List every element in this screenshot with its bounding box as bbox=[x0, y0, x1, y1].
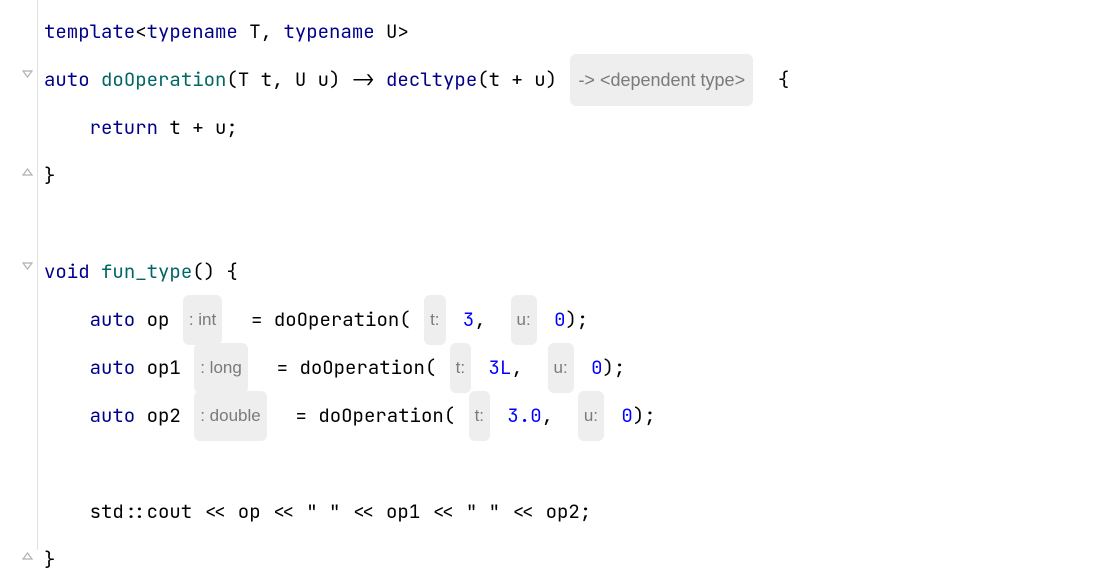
keyword: typename bbox=[283, 8, 374, 56]
text: < bbox=[135, 8, 146, 56]
text: > bbox=[397, 8, 408, 56]
keyword: template bbox=[44, 8, 135, 56]
code-line[interactable]: std::cout << op << " " << op1 << " " << … bbox=[44, 488, 1106, 536]
inlay-hint-type: : long bbox=[194, 343, 248, 393]
text: = bbox=[228, 296, 274, 344]
text: ( bbox=[399, 296, 422, 344]
fold-marker-close-icon[interactable] bbox=[22, 549, 33, 560]
text: = bbox=[273, 392, 319, 440]
text: std::cout << op << bbox=[90, 488, 307, 536]
function-call: doOperation bbox=[299, 344, 424, 392]
editor-gutter bbox=[0, 0, 38, 550]
text: (t + u) bbox=[477, 56, 568, 104]
fold-marker-close-icon[interactable] bbox=[22, 165, 33, 176]
text: = bbox=[254, 344, 300, 392]
code-line[interactable] bbox=[44, 200, 1106, 248]
text: , bbox=[261, 8, 284, 56]
text: , bbox=[542, 392, 576, 440]
variable: op1 bbox=[135, 344, 192, 392]
keyword: auto bbox=[90, 296, 136, 344]
indent bbox=[44, 104, 90, 152]
string: " " bbox=[466, 488, 500, 536]
text: , bbox=[474, 296, 508, 344]
fold-marker-open-icon[interactable] bbox=[22, 262, 33, 273]
inlay-hint-param: u: bbox=[578, 391, 604, 441]
function-call: doOperation bbox=[274, 296, 399, 344]
text: T bbox=[238, 8, 261, 56]
string: " " bbox=[306, 488, 340, 536]
inlay-hint-param: t: bbox=[424, 295, 445, 345]
literal: 3 bbox=[452, 296, 475, 344]
indent bbox=[44, 488, 90, 536]
keyword: typename bbox=[147, 8, 238, 56]
inlay-hint-param: u: bbox=[511, 295, 537, 345]
text: U bbox=[375, 8, 398, 56]
code-editor[interactable]: template<typename T, typename U> auto do… bbox=[38, 0, 1106, 550]
text: ( bbox=[425, 344, 448, 392]
code-line[interactable]: auto op : int = doOperation( t: 3, u: 0)… bbox=[44, 296, 1106, 344]
inlay-hint-type: : int bbox=[183, 295, 222, 345]
text: () { bbox=[192, 248, 238, 296]
keyword: auto bbox=[90, 344, 136, 392]
function-name: doOperation bbox=[101, 56, 226, 104]
text: << op1 << bbox=[340, 488, 465, 536]
text: << op2; bbox=[500, 488, 591, 536]
keyword: decltype bbox=[386, 56, 477, 104]
brace: } bbox=[44, 152, 55, 200]
variable: op bbox=[135, 296, 181, 344]
code-line[interactable]: auto op1 : long = doOperation( t: 3L, u:… bbox=[44, 344, 1106, 392]
indent bbox=[44, 296, 90, 344]
literal: 0 bbox=[543, 296, 566, 344]
inlay-hint-type: : double bbox=[194, 391, 267, 441]
code-line[interactable] bbox=[44, 440, 1106, 488]
keyword: auto bbox=[44, 56, 90, 104]
function-name: fun_type bbox=[101, 248, 192, 296]
text: ); bbox=[603, 344, 626, 392]
code-line[interactable]: return t + u; bbox=[44, 104, 1106, 152]
code-line[interactable]: } bbox=[44, 536, 1106, 584]
brace: } bbox=[44, 536, 55, 584]
code-line[interactable]: void fun_type() { bbox=[44, 248, 1106, 296]
text bbox=[90, 248, 101, 296]
function-call: doOperation bbox=[318, 392, 443, 440]
inlay-hint-param: t: bbox=[450, 343, 471, 393]
literal: 0 bbox=[610, 392, 633, 440]
literal: 0 bbox=[580, 344, 603, 392]
inlay-hint-param: u: bbox=[548, 343, 574, 393]
keyword: void bbox=[44, 248, 90, 296]
inlay-hint-return-type: -> <dependent type> bbox=[570, 54, 753, 106]
inlay-hint-param: t: bbox=[469, 391, 490, 441]
text: ( bbox=[444, 392, 467, 440]
variable: op2 bbox=[135, 392, 192, 440]
literal: 3L bbox=[477, 344, 511, 392]
code-line[interactable]: } bbox=[44, 152, 1106, 200]
keyword: auto bbox=[90, 392, 136, 440]
indent bbox=[44, 392, 90, 440]
text: (T t, U u) -> bbox=[226, 56, 386, 104]
text: { bbox=[755, 56, 789, 104]
code-line[interactable]: auto op2 : double = doOperation( t: 3.0,… bbox=[44, 392, 1106, 440]
text: , bbox=[511, 344, 545, 392]
text: t + u; bbox=[158, 104, 238, 152]
fold-marker-open-icon[interactable] bbox=[22, 70, 33, 81]
indent bbox=[44, 344, 90, 392]
text: ); bbox=[566, 296, 589, 344]
literal: 3.0 bbox=[496, 392, 542, 440]
code-line[interactable]: template<typename T, typename U> bbox=[44, 8, 1106, 56]
keyword: return bbox=[90, 104, 158, 152]
text: ); bbox=[633, 392, 656, 440]
code-line[interactable]: auto doOperation(T t, U u) -> decltype(t… bbox=[44, 56, 1106, 104]
